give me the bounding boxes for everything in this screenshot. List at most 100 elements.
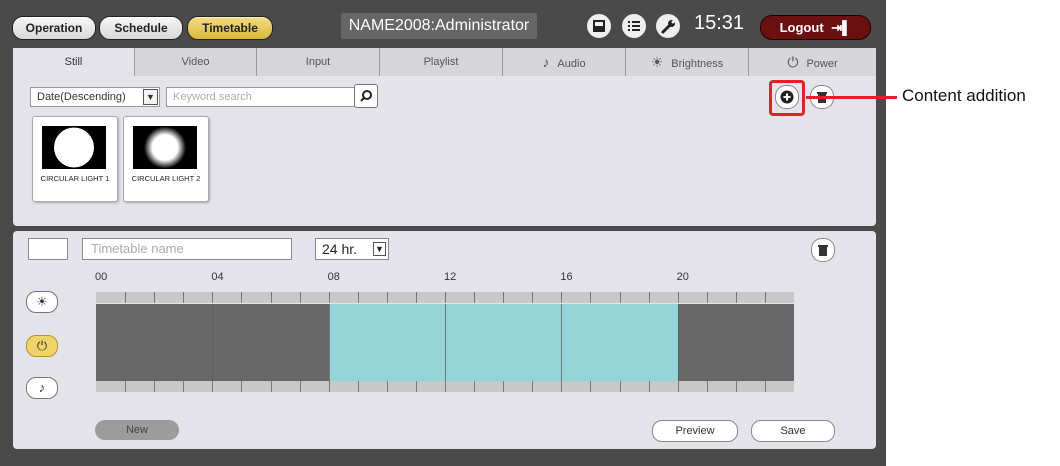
logout-button[interactable]: Logout ⇥▌ [760, 15, 871, 40]
search-icon[interactable] [354, 84, 378, 108]
hour-tick [212, 292, 214, 303]
hour-tick [183, 381, 185, 392]
hour-tick [357, 292, 359, 303]
content-thumbnail [42, 126, 106, 169]
hour-tick [677, 292, 679, 303]
hour-tick [270, 381, 272, 392]
hour-tick [735, 381, 737, 392]
timeline-divider [561, 304, 563, 381]
tab-video[interactable]: Video [135, 48, 257, 76]
hour-tick [328, 292, 330, 303]
callout-line [806, 96, 897, 99]
time-mode-value: 24 hr. [322, 241, 358, 257]
hour-label: 08 [327, 271, 340, 283]
content-addition-highlight [769, 80, 805, 116]
hour-tick [677, 381, 679, 392]
hour-label: 12 [444, 271, 457, 283]
hour-tick [532, 292, 534, 303]
tab-playlist-label: Playlist [423, 56, 459, 68]
content-item[interactable]: CIRCULAR LIGHT 2 [123, 116, 209, 202]
tab-input[interactable]: Input [257, 48, 380, 76]
timeline-divider [445, 304, 446, 381]
hour-tick [561, 292, 563, 303]
nav-operation-button[interactable]: Operation [12, 16, 96, 40]
logout-icon: ⇥▌ [831, 20, 852, 35]
content-item[interactable]: CIRCULAR LIGHT 1 [32, 116, 118, 202]
new-button[interactable]: New [95, 420, 179, 440]
hour-tick [445, 292, 446, 303]
tab-brightness[interactable]: ☀ Brightness [626, 48, 749, 76]
hour-ruler-bottom [96, 381, 794, 392]
note-icon: ♪ [38, 380, 46, 395]
hour-tick [125, 292, 127, 303]
search-input[interactable]: Keyword search [166, 87, 359, 107]
app-frame: Operation Schedule Timetable NAME2008:Ad… [0, 0, 886, 466]
hour-ruler-top [96, 292, 794, 303]
tab-power[interactable]: ⏻ Power [749, 48, 876, 76]
hour-label: 04 [211, 271, 224, 283]
timetable-number-field[interactable] [28, 238, 68, 260]
sort-value: Date(Descending) [37, 91, 126, 103]
chevron-down-icon: ▼ [373, 242, 386, 256]
hour-tick [706, 292, 708, 303]
sun-icon: ☀ [650, 54, 664, 70]
content-item-name: CIRCULAR LIGHT 2 [131, 174, 201, 183]
hour-tick [590, 381, 592, 392]
hour-tick [415, 381, 417, 392]
hour-tick [241, 292, 243, 303]
hour-tick [183, 292, 185, 303]
chevron-down-icon: ▼ [143, 89, 158, 105]
save-button[interactable]: Save [751, 420, 835, 442]
nav-timetable-button[interactable]: Timetable [187, 16, 273, 40]
timeline-track[interactable] [96, 304, 794, 381]
hour-tick [270, 292, 272, 303]
hour-tick [299, 292, 301, 303]
hour-tick [154, 381, 156, 392]
list-icon[interactable] [622, 14, 646, 38]
tab-still[interactable]: Still [13, 48, 135, 76]
tab-audio[interactable]: ♪ Audio [503, 48, 626, 76]
delete-timetable-button[interactable] [811, 238, 835, 262]
power-icon: ⏻ [787, 54, 799, 70]
tab-playlist[interactable]: Playlist [380, 48, 503, 76]
hour-tick [532, 381, 534, 392]
active-schedule-segment[interactable] [328, 304, 678, 381]
hour-label: 00 [95, 271, 108, 283]
timeline-divider [677, 304, 679, 381]
hour-tick [386, 381, 388, 392]
power-row-button[interactable]: ⏻ [26, 335, 58, 357]
sun-icon: ☀ [36, 294, 48, 309]
tab-audio-label: Audio [557, 58, 586, 70]
hour-tick [445, 381, 446, 392]
content-thumbnail [133, 126, 197, 169]
hour-tick [764, 292, 766, 303]
logout-label: Logout [779, 20, 824, 35]
hour-tick [154, 292, 156, 303]
tab-still-label: Still [64, 56, 83, 68]
hour-tick [764, 381, 766, 392]
tab-video-label: Video [181, 56, 210, 68]
timetable-panel: Timetable name 24 hr. ▼ 00 04 08 12 16 20 ☀ ⏻… [13, 231, 876, 449]
clock: 15:31 [694, 12, 745, 34]
monitor-icon[interactable] [587, 14, 611, 38]
hour-tick [474, 381, 476, 392]
brightness-row-button[interactable]: ☀ [26, 291, 58, 313]
timeline-divider [328, 304, 330, 381]
note-icon: ♪ [542, 54, 550, 70]
content-panel: Date(Descending) ▼ Keyword search CIRCUL… [13, 76, 876, 226]
time-mode-select[interactable]: 24 hr. ▼ [315, 238, 389, 260]
hour-tick [241, 381, 243, 392]
hour-tick [357, 381, 359, 392]
hour-tick [561, 381, 563, 392]
wrench-icon[interactable] [656, 14, 680, 38]
hour-tick [328, 381, 330, 392]
audio-row-button[interactable]: ♪ [26, 377, 58, 399]
hour-tick [386, 292, 388, 303]
sort-select[interactable]: Date(Descending) ▼ [30, 87, 160, 107]
timetable-name-input[interactable]: Timetable name [82, 238, 292, 260]
hour-tick [415, 292, 417, 303]
device-name: NAME2008:Administrator [341, 13, 537, 39]
nav-schedule-button[interactable]: Schedule [99, 16, 183, 40]
preview-button[interactable]: Preview [652, 420, 738, 442]
hour-tick [125, 381, 127, 392]
